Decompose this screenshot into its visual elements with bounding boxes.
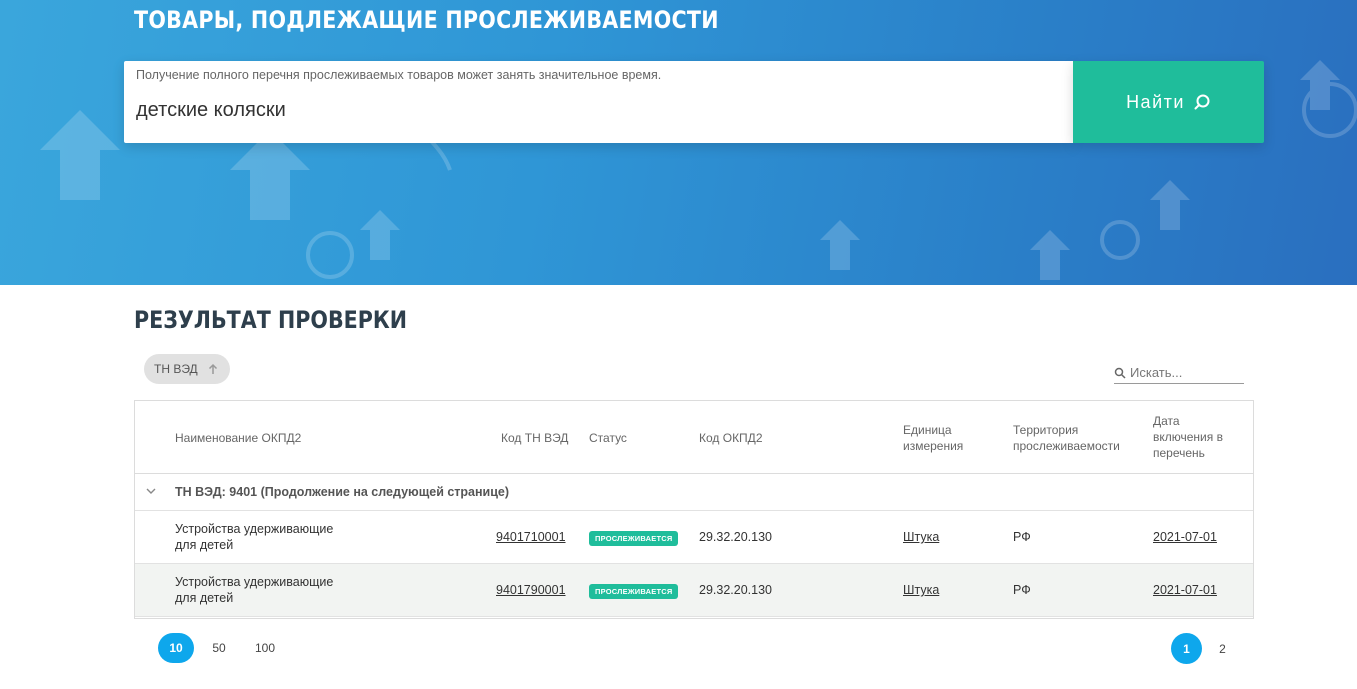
column-header-name[interactable]: Наименование ОКПД2 xyxy=(175,430,301,446)
column-header-unit-line1: Единица xyxy=(903,423,952,437)
search-button[interactable]: Найти xyxy=(1073,61,1264,143)
row-okpd: 29.32.20.130 xyxy=(699,530,772,544)
group-label: ТН ВЭД: 9401 (Продолжение на следующей с… xyxy=(175,485,510,499)
table-search-input[interactable] xyxy=(1130,365,1242,380)
column-header-territory[interactable]: Территория прослеживаемости xyxy=(1013,422,1120,454)
row-tnved: 9401710001 xyxy=(496,529,566,545)
row-name: Устройства удерживающие для детей xyxy=(175,521,333,553)
results-table: Наименование ОКПД2 Код ТН ВЭД Статус Код… xyxy=(134,400,1254,619)
page-2-button[interactable]: 2 xyxy=(1207,633,1238,664)
column-header-date-line2: включения в xyxy=(1153,430,1223,444)
row-tnved: 9401790001 xyxy=(496,582,566,598)
search-box: Получение полного перечня прослеживаемых… xyxy=(124,61,1073,143)
table-search-field xyxy=(1114,362,1244,384)
column-header-tnved[interactable]: Код ТН ВЭД xyxy=(501,430,568,446)
row-name-line1: Устройства удерживающие xyxy=(175,522,334,536)
column-header-date[interactable]: Дата включения в перечень xyxy=(1153,413,1223,461)
column-header-unit-line2: измерения xyxy=(903,439,964,453)
row-name-line2: для детей xyxy=(175,538,234,552)
table-header: Наименование ОКПД2 Код ТН ВЭД Статус Код… xyxy=(135,401,1253,474)
column-header-date-line1: Дата xyxy=(1153,414,1180,428)
chevron-down-icon[interactable] xyxy=(146,487,156,495)
page-1-button[interactable]: 1 xyxy=(1171,633,1202,664)
status-badge: ПРОСЛЕЖИВАЕТСЯ xyxy=(589,584,679,599)
row-okpd: 29.32.20.130 xyxy=(699,583,772,597)
arrow-up-icon xyxy=(208,363,217,374)
tnved-link[interactable]: 9401790001 xyxy=(496,583,566,597)
row-unit: Штука xyxy=(903,529,939,545)
search-icon xyxy=(1114,367,1126,379)
column-header-date-line3: перечень xyxy=(1153,446,1205,460)
row-date: 2021-07-01 xyxy=(1153,582,1217,598)
row-unit: Штука xyxy=(903,582,939,598)
page-size-100[interactable]: 100 xyxy=(247,633,283,663)
sort-chip-tnved[interactable]: ТН ВЭД xyxy=(144,354,230,384)
table-row: Устройства удерживающие для детей 940179… xyxy=(135,564,1253,617)
sort-chip-label: ТН ВЭД xyxy=(154,362,198,376)
page-title: ТОВАРЫ, ПОДЛЕЖАЩИЕ ПРОСЛЕЖИВАЕМОСТИ xyxy=(134,6,719,34)
date-link[interactable]: 2021-07-01 xyxy=(1153,583,1217,597)
page-size-10[interactable]: 10 xyxy=(158,633,194,663)
row-territory: РФ xyxy=(1013,583,1031,597)
table-row: Устройства удерживающие для детей 940171… xyxy=(135,511,1253,564)
page-size-50[interactable]: 50 xyxy=(201,633,237,663)
column-header-territory-line1: Территория xyxy=(1013,423,1079,437)
row-date: 2021-07-01 xyxy=(1153,529,1217,545)
search-button-label: Найти xyxy=(1126,91,1185,112)
group-row-9401: ТН ВЭД: 9401 (Продолжение на следующей с… xyxy=(135,474,1253,511)
row-territory: РФ xyxy=(1013,530,1031,544)
unit-link[interactable]: Штука xyxy=(903,530,939,544)
column-header-unit[interactable]: Единица измерения xyxy=(903,422,963,454)
row-name-line1: Устройства удерживающие xyxy=(175,575,334,589)
search-hint: Получение полного перечня прослеживаемых… xyxy=(136,68,662,82)
column-header-status[interactable]: Статус xyxy=(589,430,627,446)
status-badge: ПРОСЛЕЖИВАЕТСЯ xyxy=(589,531,679,546)
date-link[interactable]: 2021-07-01 xyxy=(1153,530,1217,544)
column-header-territory-line2: прослеживаемости xyxy=(1013,439,1120,453)
column-header-okpd[interactable]: Код ОКПД2 xyxy=(699,430,763,446)
search-input[interactable] xyxy=(136,93,1056,127)
row-name-line2: для детей xyxy=(175,591,234,605)
row-name: Устройства удерживающие для детей xyxy=(175,574,333,606)
results-title: РЕЗУЛЬТАТ ПРОВЕРКИ xyxy=(134,306,408,334)
search-icon xyxy=(1194,94,1210,110)
tnved-link[interactable]: 9401710001 xyxy=(496,530,566,544)
unit-link[interactable]: Штука xyxy=(903,583,939,597)
